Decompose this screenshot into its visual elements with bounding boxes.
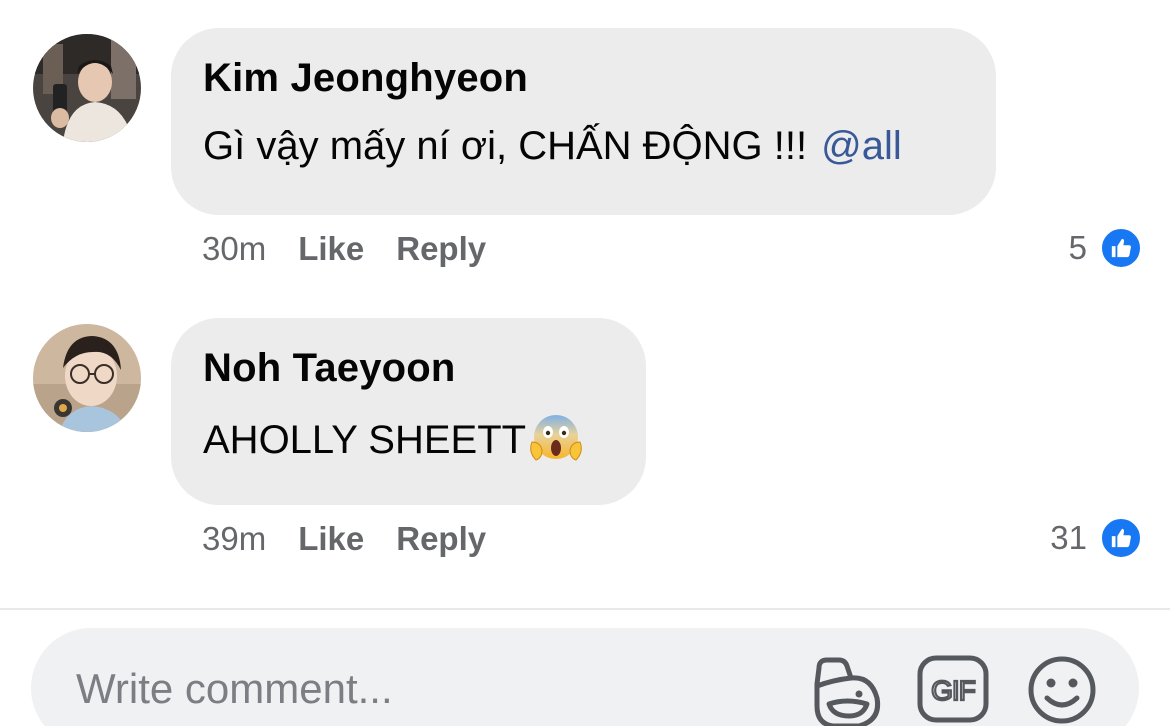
sticker-icon[interactable]	[809, 654, 885, 726]
reaction-summary[interactable]: 31	[1050, 516, 1143, 560]
mention-link[interactable]: @all	[821, 126, 902, 166]
avatar-photo	[33, 34, 141, 142]
reply-button[interactable]: Reply	[396, 520, 486, 558]
comments-page: Kim Jeonghyeon Gì vậy mấy ní ơi, CHẤN ĐỘ…	[0, 0, 1170, 726]
thumbs-up-icon	[1099, 226, 1143, 270]
comment-timestamp[interactable]: 30m	[202, 230, 266, 268]
avatar-photo	[33, 324, 141, 432]
avatar[interactable]	[33, 324, 141, 432]
comment-timestamp[interactable]: 39m	[202, 520, 266, 558]
reaction-count: 5	[1068, 229, 1087, 266]
reply-button[interactable]: Reply	[396, 230, 486, 268]
comment-actions: 39m Like Reply	[202, 520, 486, 558]
like-button[interactable]: Like	[298, 520, 364, 558]
avatar[interactable]	[33, 34, 141, 142]
reaction-summary[interactable]: 5	[1069, 226, 1143, 270]
thumbs-up-icon	[1099, 516, 1143, 560]
like-button[interactable]: Like	[298, 230, 364, 268]
comment-text: AHOLLY SHEETT	[203, 415, 614, 464]
comment-bubble[interactable]: Noh Taeyoon AHOLLY SHEETT	[171, 318, 646, 505]
comment-author[interactable]: Kim Jeonghyeon	[203, 58, 964, 98]
reaction-count: 31	[1050, 519, 1087, 556]
face-screaming-icon	[528, 408, 584, 464]
comment-input[interactable]	[74, 658, 778, 720]
gif-label: GIF	[931, 675, 975, 706]
comment-composer: GIF	[31, 628, 1139, 726]
comment-actions: 30m Like Reply	[202, 230, 486, 268]
gif-button[interactable]: GIF	[916, 654, 990, 726]
comment-body: Gì vậy mấy ní ơi, CHẤN ĐỘNG !!!	[203, 124, 808, 168]
comment-body: AHOLLY SHEETT	[203, 418, 527, 462]
smiley-icon[interactable]	[1026, 654, 1098, 726]
comment-text: Gì vậy mấy ní ơi, CHẤN ĐỘNG !!! @all	[203, 126, 964, 166]
comment-author[interactable]: Noh Taeyoon	[203, 348, 614, 388]
comment-bubble[interactable]: Kim Jeonghyeon Gì vậy mấy ní ơi, CHẤN ĐỘ…	[171, 28, 996, 215]
